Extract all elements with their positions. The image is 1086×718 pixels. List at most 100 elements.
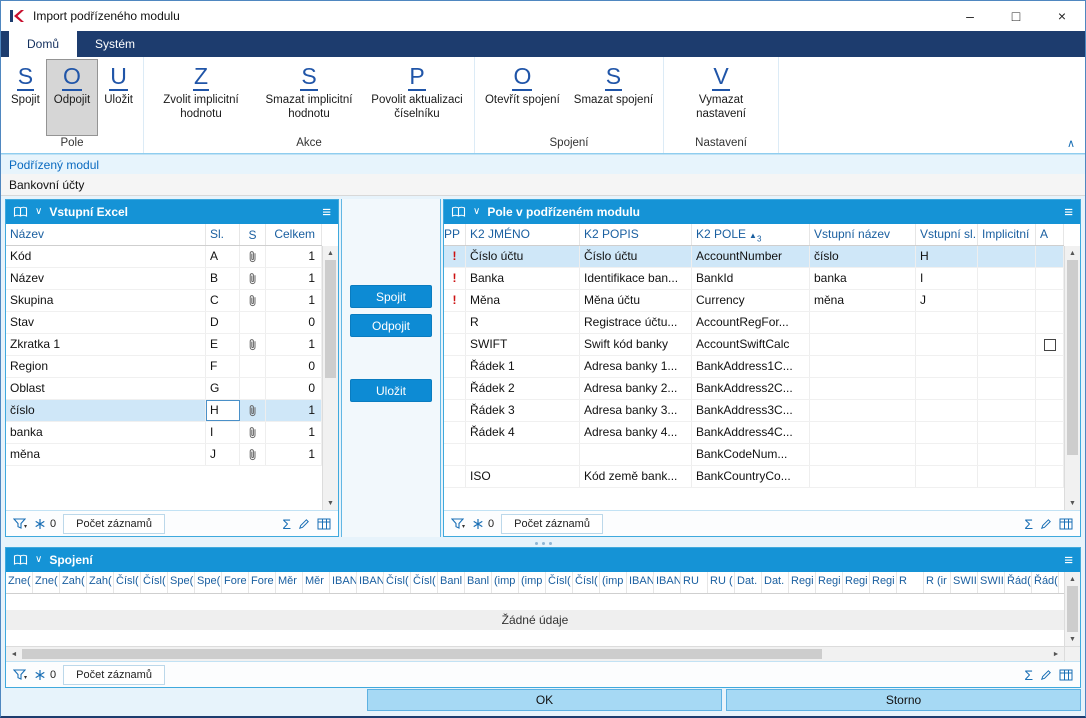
cell-celkem[interactable]: 0 (266, 378, 322, 399)
table-row[interactable]: SWIFT Swift kód banky AccountSwiftCalc (444, 334, 1064, 356)
table-edit-icon[interactable] (1059, 518, 1073, 530)
table-row[interactable]: Kód A 1 (6, 246, 322, 268)
cell-k2-popis[interactable]: Identifikace ban... (580, 268, 692, 289)
cell-pp[interactable] (444, 312, 466, 333)
cell-k2-popis[interactable]: Registrace účtu... (580, 312, 692, 333)
menu-icon[interactable]: ≡ (1064, 553, 1073, 568)
column-header[interactable]: R (ir (924, 572, 951, 593)
column-header[interactable]: SWII (978, 572, 1005, 593)
table-row[interactable]: Skupina C 1 (6, 290, 322, 312)
cell-priloha[interactable] (240, 356, 266, 377)
cell-a[interactable] (1036, 268, 1064, 289)
cell-k2-jmeno[interactable]: Řádek 1 (466, 356, 580, 377)
cell-implicitni[interactable] (978, 290, 1036, 311)
paperclip-icon[interactable] (240, 268, 266, 289)
column-header[interactable]: IBAN (330, 572, 357, 593)
cell-vstupni-nazev[interactable]: banka (810, 268, 916, 289)
ok-button[interactable]: OK (367, 689, 722, 711)
cell-vstupni-nazev[interactable] (810, 422, 916, 443)
cell-implicitni[interactable] (978, 422, 1036, 443)
table-row[interactable]: ! Měna Měna účtu Currency měna J (444, 290, 1064, 312)
column-header-vstupni-sl[interactable]: Vstupní sl. (916, 224, 978, 245)
column-header[interactable]: Banl (465, 572, 492, 593)
scroll-up-icon[interactable]: ▲ (1065, 246, 1080, 260)
column-header[interactable]: Dat. (735, 572, 762, 593)
chevron-down-icon[interactable]: ∨ (35, 555, 42, 565)
cell-sloupec[interactable]: H (206, 400, 240, 421)
cell-k2-jmeno[interactable]: Řádek 2 (466, 378, 580, 399)
cell-a[interactable] (1036, 466, 1064, 487)
scrollbar-thumb[interactable] (1067, 260, 1078, 455)
cell-k2-jmeno[interactable]: SWIFT (466, 334, 580, 355)
cell-sloupec[interactable]: J (206, 444, 240, 465)
cell-k2-pole[interactable]: BankCountryCo... (692, 466, 810, 487)
table-row[interactable]: ISO Kód země bank... BankCountryCo... (444, 466, 1064, 488)
scroll-up-icon[interactable]: ▲ (323, 246, 338, 260)
scroll-right-icon[interactable]: ► (1048, 647, 1064, 661)
cell-pp[interactable] (444, 356, 466, 377)
cell-nazev[interactable]: Oblast (6, 378, 206, 399)
cell-implicitni[interactable] (978, 246, 1036, 267)
cell-k2-jmeno[interactable]: Řádek 3 (466, 400, 580, 421)
cell-vstupni-nazev[interactable] (810, 378, 916, 399)
column-header[interactable]: Banl (438, 572, 465, 593)
cell-nazev[interactable]: Zkratka 1 (6, 334, 206, 355)
column-header[interactable]: R (897, 572, 924, 593)
cell-nazev[interactable]: banka (6, 422, 206, 443)
paperclip-icon[interactable] (240, 400, 266, 421)
cell-nazev[interactable]: měna (6, 444, 206, 465)
cell-k2-popis[interactable]: Kód země bank... (580, 466, 692, 487)
table-row[interactable]: měna J 1 (6, 444, 322, 466)
record-count-button[interactable]: Počet záznamů (501, 513, 603, 534)
edit-icon[interactable] (1040, 669, 1052, 681)
cell-k2-popis[interactable]: Adresa banky 4... (580, 422, 692, 443)
vertical-scrollbar[interactable]: ▲ ▼ (1064, 572, 1080, 646)
cell-a[interactable] (1036, 400, 1064, 421)
cell-a[interactable] (1036, 290, 1064, 311)
column-header[interactable]: Čísl( (114, 572, 141, 593)
cell-nazev[interactable]: Skupina (6, 290, 206, 311)
cancel-button[interactable]: Storno (726, 689, 1081, 711)
cell-celkem[interactable]: 0 (266, 312, 322, 333)
chevron-down-icon[interactable]: ∨ (473, 207, 480, 217)
column-header[interactable]: Čísl( (546, 572, 573, 593)
record-count-button[interactable]: Počet záznamů (63, 513, 165, 534)
cell-vstupni-nazev[interactable] (810, 466, 916, 487)
cell-implicitni[interactable] (978, 466, 1036, 487)
column-header[interactable]: Čísl( (384, 572, 411, 593)
cell-k2-pole[interactable]: AccountNumber (692, 246, 810, 267)
cell-implicitni[interactable] (978, 356, 1036, 377)
paperclip-icon[interactable] (240, 444, 266, 465)
table-row[interactable]: Řádek 4 Adresa banky 4... BankAddress4C... (444, 422, 1064, 444)
cell-implicitni[interactable] (978, 400, 1036, 421)
cell-vstupni-sl[interactable] (916, 378, 978, 399)
horizontal-scrollbar[interactable]: ◄ ► (6, 646, 1080, 661)
ribbon-button-odpojit[interactable]: O Odpojit (45, 59, 99, 136)
frozen-filter-icon[interactable] (472, 518, 484, 530)
table-edit-icon[interactable] (317, 518, 331, 530)
table-row[interactable]: Řádek 1 Adresa banky 1... BankAddress1C... (444, 356, 1064, 378)
cell-nazev[interactable]: Kód (6, 246, 206, 267)
column-header-celkem[interactable]: Celkem (266, 224, 322, 245)
filter-icon[interactable]: ▾ (451, 517, 465, 530)
scroll-up-icon[interactable]: ▲ (1065, 572, 1080, 586)
cell-vstupni-sl[interactable] (916, 400, 978, 421)
cell-vstupni-nazev[interactable] (810, 444, 916, 465)
cell-pp[interactable] (444, 466, 466, 487)
ribbon-collapse-icon[interactable]: ∧ (1067, 137, 1075, 150)
column-header[interactable]: Zne( (6, 572, 33, 593)
cell-sloupec[interactable]: G (206, 378, 240, 399)
cell-a[interactable] (1036, 378, 1064, 399)
cell-pp[interactable]: ! (444, 290, 466, 311)
cell-a[interactable] (1036, 312, 1064, 333)
ribbon-button-ulozit[interactable]: U Uložit (97, 60, 140, 135)
cell-k2-pole[interactable]: AccountSwiftCalc (692, 334, 810, 355)
cell-a[interactable] (1036, 444, 1064, 465)
cell-k2-popis[interactable]: Číslo účtu (580, 246, 692, 267)
cell-k2-pole[interactable]: Currency (692, 290, 810, 311)
ribbon-button-povolit-aktualizaci-ciselniku[interactable]: P Povolit aktualizaci číselníku (363, 60, 471, 135)
table-row[interactable]: BankCodeNum... (444, 444, 1064, 466)
cell-k2-jmeno[interactable]: Měna (466, 290, 580, 311)
table-row[interactable]: Zkratka 1E 1 (6, 334, 322, 356)
scroll-down-icon[interactable]: ▼ (323, 496, 338, 510)
